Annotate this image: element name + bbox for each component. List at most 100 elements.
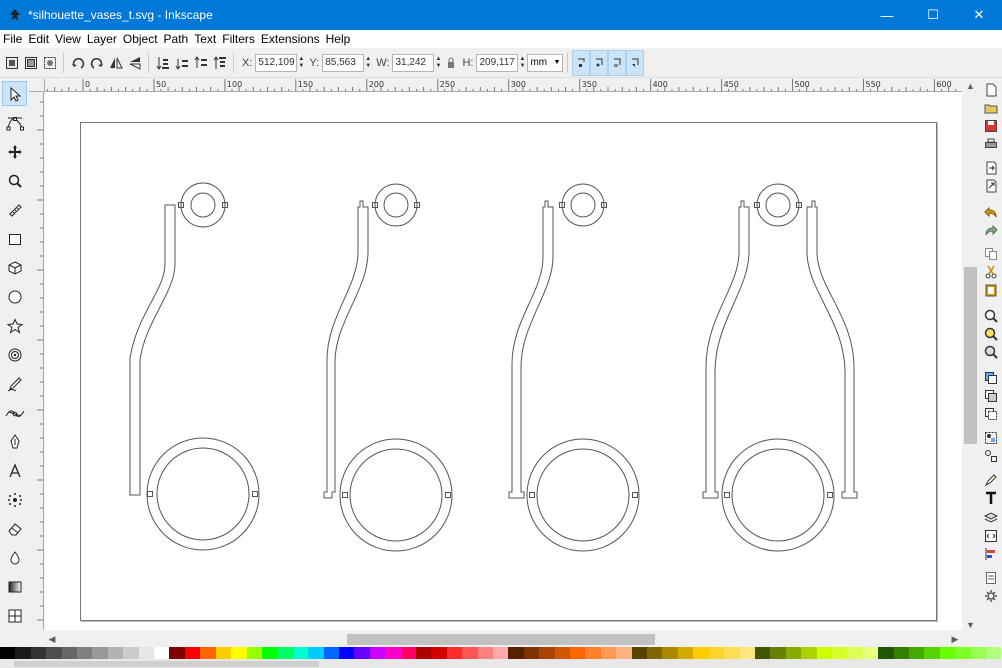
palette-swatch[interactable] (523, 647, 540, 659)
lock-ratio-icon[interactable] (445, 54, 457, 71)
palette-swatch[interactable] (739, 647, 755, 659)
spiral-tool-icon[interactable] (2, 342, 27, 367)
vase-1-silhouette[interactable] (129, 182, 260, 551)
minimize-button[interactable]: — (864, 0, 910, 30)
palette-swatch[interactable] (647, 647, 663, 659)
palette-swatch[interactable] (477, 647, 493, 659)
vase-4-silhouette[interactable] (702, 183, 858, 552)
vertical-scrollbar[interactable]: ▲ ▼ (962, 79, 979, 632)
paint-bucket-tool-icon[interactable] (2, 545, 27, 570)
menu-extensions[interactable]: Extensions (258, 30, 323, 48)
palette-swatch[interactable] (816, 647, 832, 659)
menu-file[interactable]: File (0, 30, 25, 48)
x-spinner[interactable]: ▲ ▼ (297, 54, 305, 72)
ellipse-tool-icon[interactable] (2, 284, 27, 309)
color-palette[interactable] (0, 647, 1002, 659)
palette-swatch[interactable] (508, 647, 524, 659)
menu-edit[interactable]: Edit (25, 30, 52, 48)
fill-stroke-icon[interactable] (982, 471, 999, 488)
palette-swatch[interactable] (369, 647, 386, 659)
scroll-down-icon[interactable]: ▼ (962, 618, 979, 632)
align-distribute-icon[interactable] (982, 545, 999, 562)
w-input[interactable]: 31,242 (392, 53, 435, 72)
clone-icon[interactable] (982, 387, 999, 404)
palette-swatch[interactable] (92, 647, 108, 659)
palette-swatch[interactable] (30, 647, 47, 659)
palette-swatch[interactable] (0, 647, 16, 659)
raise-to-top-icon[interactable] (211, 54, 228, 71)
select-all-icon[interactable] (3, 54, 20, 71)
drawing[interactable] (45, 92, 962, 630)
palette-swatch[interactable] (277, 647, 293, 659)
unlink-clone-icon[interactable] (982, 405, 999, 422)
scale-stroke-icon[interactable] (572, 49, 591, 76)
move-gradients-icon[interactable] (608, 49, 627, 76)
menu-view[interactable]: View (52, 30, 84, 48)
palette-swatch[interactable] (246, 647, 262, 659)
undo-icon[interactable] (982, 203, 999, 220)
scroll-right-icon[interactable]: ▶ (948, 632, 962, 647)
calligraphy-tool-icon[interactable] (2, 429, 27, 454)
redo-icon[interactable] (982, 221, 999, 238)
palette-swatch[interactable] (138, 647, 155, 659)
close-button[interactable]: ✕ (956, 0, 1002, 30)
menu-filters[interactable]: Filters (219, 30, 258, 48)
menu-path[interactable]: Path (161, 30, 192, 48)
import-icon[interactable] (982, 159, 999, 176)
cut-icon[interactable] (982, 263, 999, 280)
node-tool-icon[interactable] (2, 110, 27, 135)
palette-swatch[interactable] (400, 647, 416, 659)
palette-swatch[interactable] (539, 647, 555, 659)
x-input[interactable]: 512,109 (255, 53, 298, 72)
preferences-icon[interactable] (982, 569, 999, 586)
tweak-tool-icon[interactable] (2, 139, 27, 164)
flip-vertical-icon[interactable] (126, 54, 143, 71)
palette-swatch[interactable] (446, 647, 463, 659)
palette-swatch[interactable] (908, 647, 925, 659)
palette-swatch[interactable] (292, 647, 309, 659)
scale-corners-icon[interactable] (590, 49, 609, 76)
palette-swatch[interactable] (724, 647, 740, 659)
palette-swatch[interactable] (693, 647, 709, 659)
palette-swatch[interactable] (215, 647, 232, 659)
rotate-cw-icon[interactable] (88, 54, 105, 71)
vase-2-silhouette[interactable] (323, 183, 453, 552)
menu-layer[interactable]: Layer (84, 30, 120, 48)
menu-help[interactable]: Help (323, 30, 354, 48)
palette-swatch[interactable] (893, 647, 909, 659)
palette-swatch[interactable] (785, 647, 802, 659)
palette-swatch[interactable] (261, 647, 278, 659)
horizontal-scroll-thumb[interactable] (347, 634, 655, 645)
palette-swatch[interactable] (616, 647, 632, 659)
text-font-icon[interactable] (982, 489, 999, 506)
palette-swatch[interactable] (15, 647, 31, 659)
palette-swatch[interactable] (585, 647, 601, 659)
maximize-button[interactable]: ☐ (910, 0, 956, 30)
palette-swatch[interactable] (338, 647, 355, 659)
palette-swatch[interactable] (878, 647, 894, 659)
scroll-up-icon[interactable]: ▲ (962, 79, 979, 93)
eraser-tool-icon[interactable] (2, 516, 27, 541)
menu-object[interactable]: Object (120, 30, 161, 48)
palette-swatch[interactable] (831, 647, 848, 659)
palette-swatch[interactable] (970, 647, 986, 659)
select-all-layers-icon[interactable] (22, 54, 39, 71)
drawing-canvas[interactable] (45, 92, 962, 630)
duplicate-icon[interactable] (982, 369, 999, 386)
horizontal-scrollbar[interactable]: ◀ ▶ (45, 632, 962, 647)
lower-to-bottom-icon[interactable] (154, 54, 171, 71)
y-input[interactable]: 85,563 (322, 53, 365, 72)
spray-tool-icon[interactable] (2, 487, 27, 512)
palette-swatch[interactable] (200, 647, 216, 659)
text-tool-icon[interactable] (2, 458, 27, 483)
palette-swatch[interactable] (415, 647, 432, 659)
palette-swatch[interactable] (323, 647, 339, 659)
h-spinner[interactable]: ▲ ▼ (518, 54, 526, 72)
measure-tool-icon[interactable] (2, 197, 27, 222)
3d-box-tool-icon[interactable] (2, 255, 27, 280)
palette-swatch[interactable] (924, 647, 940, 659)
rectangle-tool-icon[interactable] (2, 226, 27, 251)
palette-swatch[interactable] (708, 647, 725, 659)
pencil-tool-icon[interactable] (2, 371, 27, 396)
palette-swatch[interactable] (754, 647, 771, 659)
